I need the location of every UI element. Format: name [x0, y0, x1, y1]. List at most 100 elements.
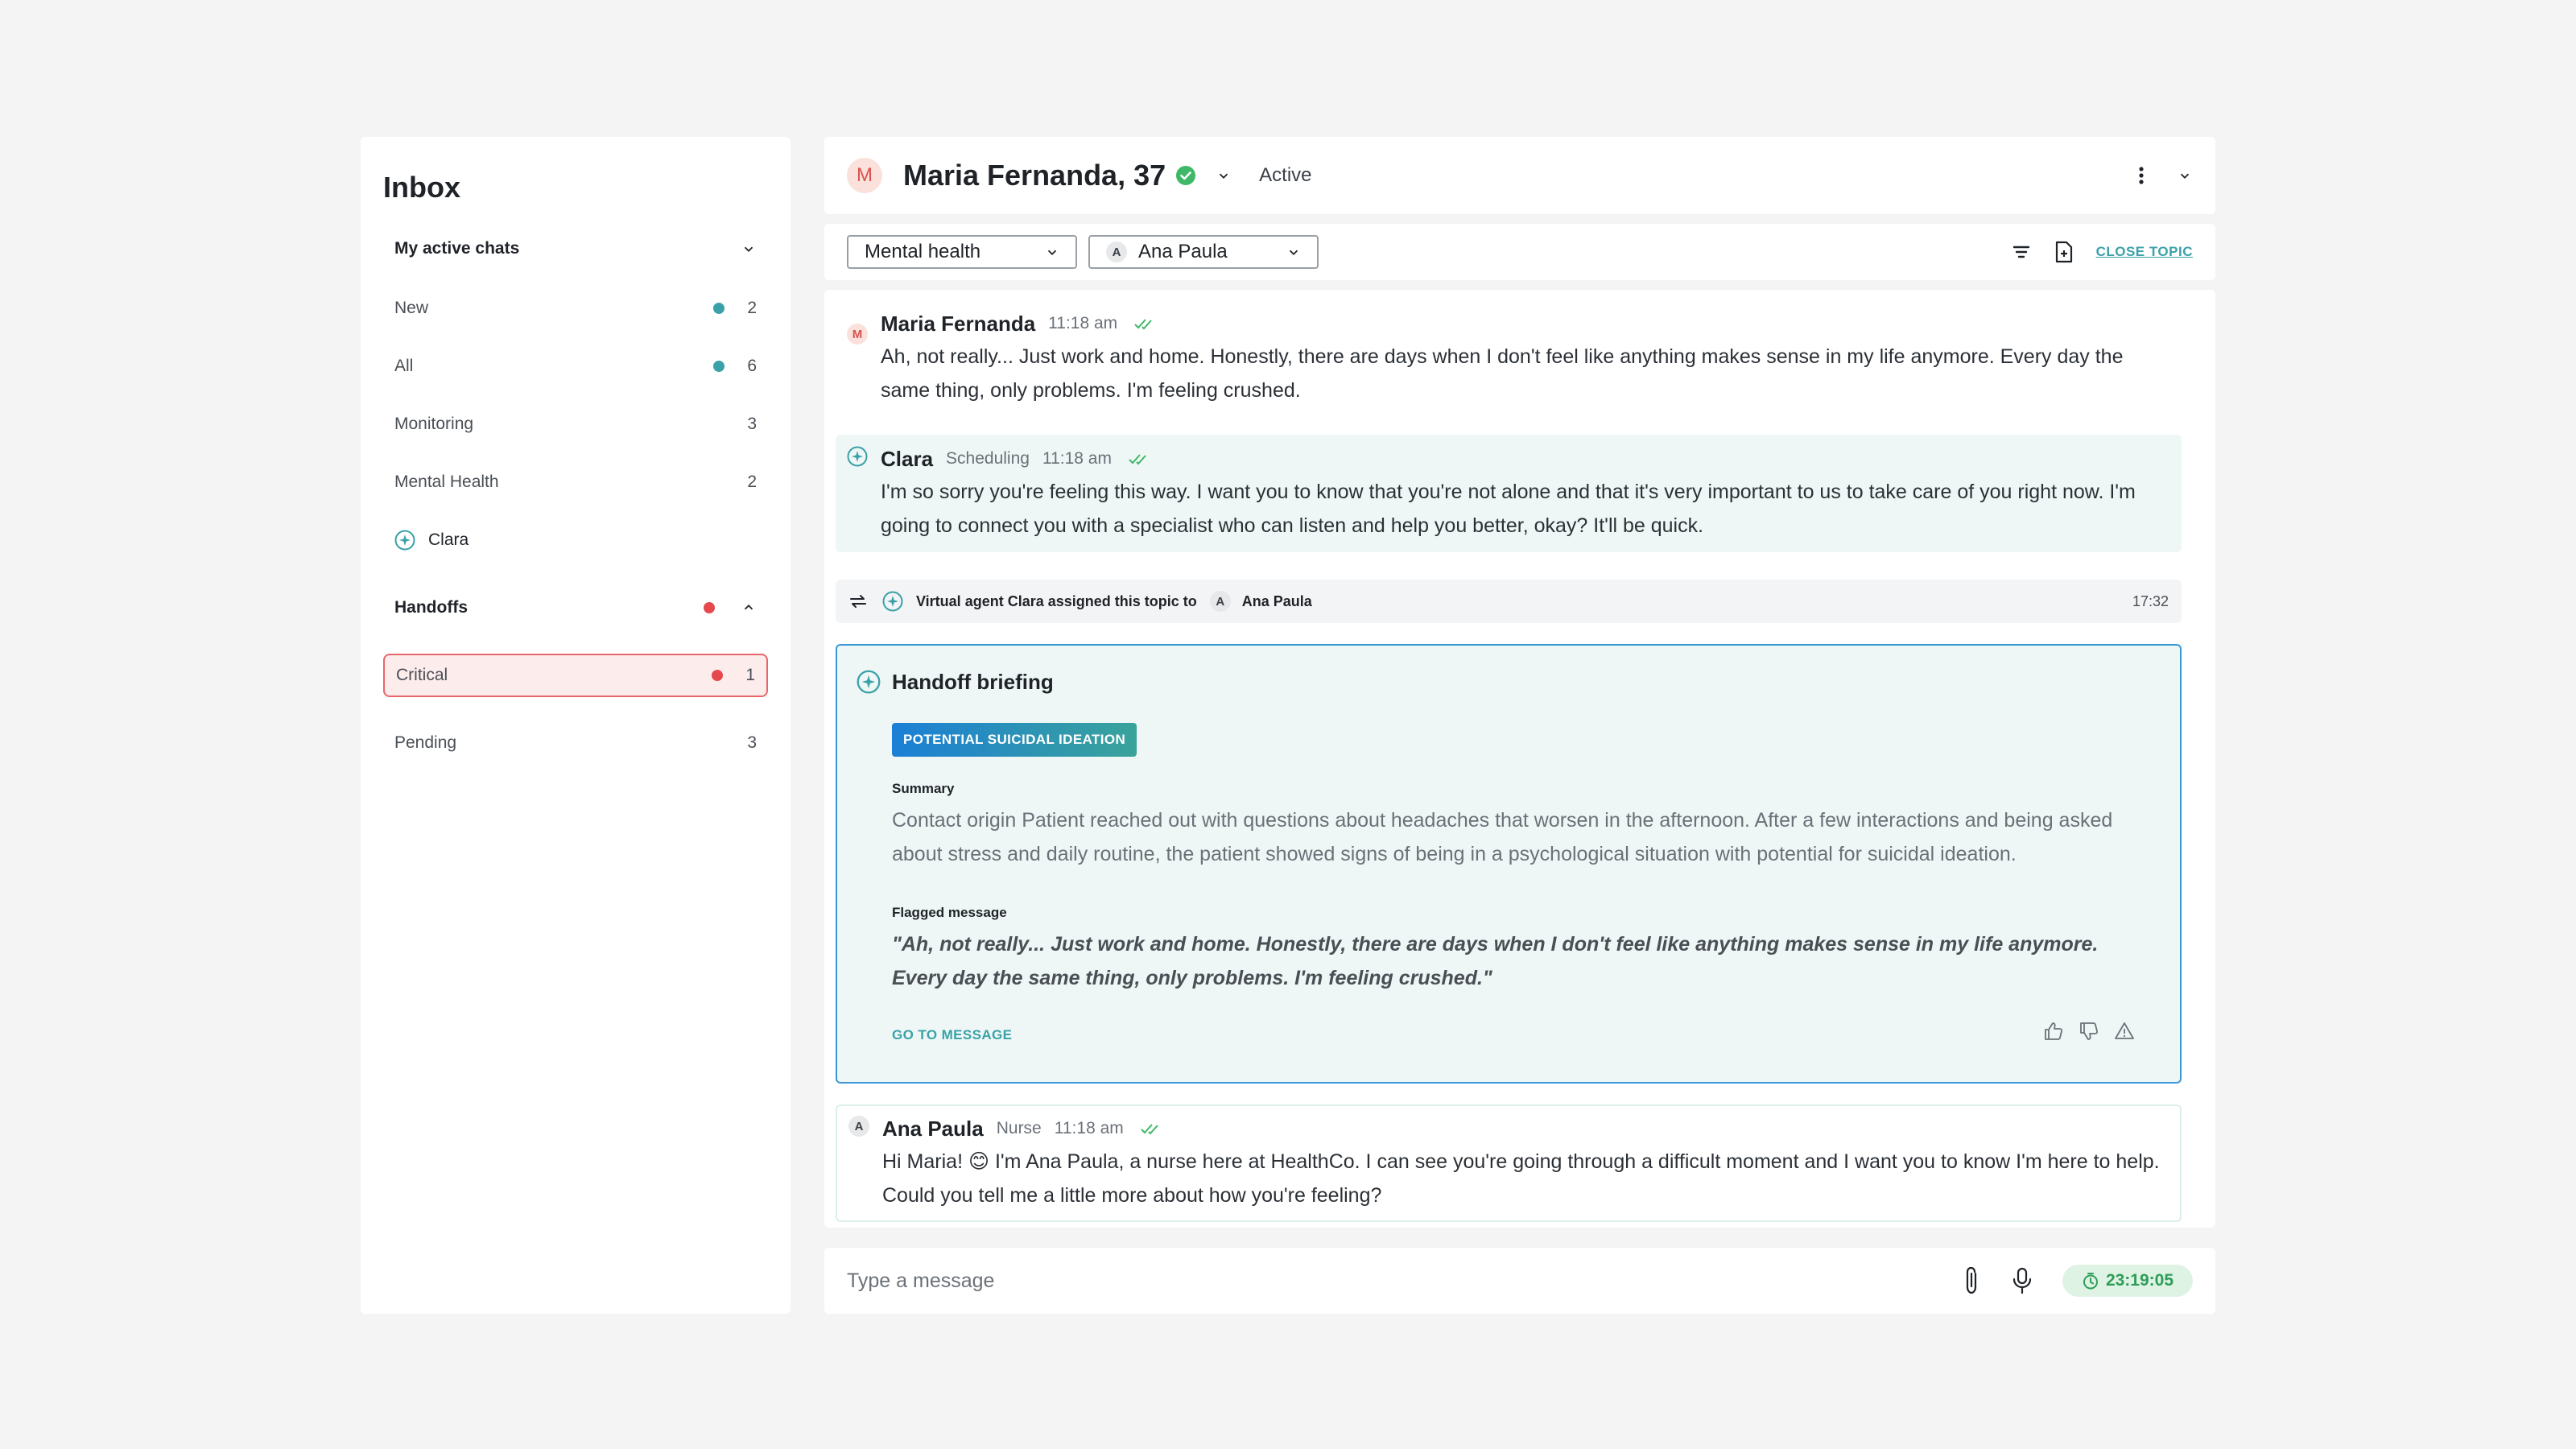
summary-text: Contact origin Patient reached out with … — [892, 809, 2113, 865]
avatar: A — [1209, 591, 1231, 612]
microphone-icon[interactable] — [2011, 1266, 2033, 1295]
close-topic-link[interactable]: CLOSE TOPIC — [2096, 244, 2193, 260]
topic-select-value: Mental health — [865, 241, 981, 262]
flagged-message: "Ah, not really... Just work and home. H… — [892, 933, 2099, 989]
transfer-icon — [850, 595, 866, 608]
assignment-event: Virtual agent Clara assigned this topic … — [836, 580, 2182, 623]
summary-label: Summary — [892, 781, 955, 796]
sidebar-item-label: New — [394, 299, 429, 317]
composer-tools: 23:19:05 — [1961, 1265, 2193, 1297]
risk-tag: POTENTIAL SUICIDAL IDEATION — [892, 723, 1137, 757]
message-meta: Clara Scheduling 11:18 am — [881, 446, 2162, 472]
alert-dot — [704, 602, 715, 613]
message-input[interactable]: Type a message — [847, 1269, 1961, 1293]
paperclip-icon[interactable] — [1961, 1265, 1982, 1296]
message-composer[interactable]: Type a message 23:19:05 — [824, 1248, 2215, 1314]
virtual-agent-icon — [882, 591, 903, 612]
briefing-title: Handoff briefing — [892, 670, 1054, 694]
virtual-agent-icon — [394, 530, 415, 551]
double-check-icon — [1141, 1124, 1158, 1135]
message-time: 11:18 am — [1054, 1119, 1124, 1137]
chevron-up-icon[interactable] — [741, 600, 757, 616]
inbox-title: Inbox — [383, 171, 460, 204]
sidebar-item-new[interactable]: New 2 — [383, 287, 768, 330]
chat-header: M Maria Fernanda, 37 Active — [824, 137, 2215, 214]
virtual-agent-icon — [857, 670, 881, 694]
section-label: Handoffs — [394, 598, 468, 617]
alert-dot — [712, 670, 723, 681]
event-text: Virtual agent Clara assigned this topic … — [916, 592, 1197, 609]
section-label: My active chats — [394, 239, 520, 258]
conversation: M Maria Fernanda 11:18 am Ah, not really… — [824, 290, 2215, 1228]
chat-panel: M Maria Fernanda, 37 Active Mental healt… — [824, 137, 2215, 1314]
message-time: 11:18 am — [1042, 449, 1112, 468]
agent-select-value: Ana Paula — [1138, 241, 1228, 262]
my-active-chats-header[interactable]: My active chats — [383, 229, 768, 269]
chevron-down-icon[interactable] — [741, 241, 757, 257]
topic-toolbar: Mental health A Ana Paula CLOSE TOPIC — [824, 224, 2215, 280]
more-vertical-icon[interactable] — [2138, 165, 2145, 186]
message-maria: M Maria Fernanda 11:18 am Ah, not really… — [836, 311, 2182, 422]
agent-select[interactable]: A Ana Paula — [1088, 235, 1319, 269]
flagged-label: Flagged message — [892, 905, 1007, 920]
message-text: Ah, not really... Just work and home. Ho… — [881, 345, 2124, 402]
patient-name: Maria Fernanda, 37 — [903, 159, 1166, 192]
handoff-briefing: Handoff briefing POTENTIAL SUICIDAL IDEA… — [836, 644, 2182, 1084]
sidebar-item-all[interactable]: All 6 — [383, 345, 768, 388]
sidebar-item-label: Pending — [394, 733, 457, 752]
feedback-actions — [2043, 1021, 2135, 1042]
sidebar-item-clara[interactable]: Clara — [383, 518, 768, 562]
sidebar-item-count: 2 — [747, 299, 757, 317]
app: Inbox My active chats New 2 All 6 Monito… — [361, 137, 2215, 1314]
sidebar-item-label: Monitoring — [394, 415, 474, 433]
document-icon[interactable] — [2054, 241, 2074, 263]
sidebar-item-pending[interactable]: Pending 3 — [383, 721, 768, 765]
verified-icon — [1176, 166, 1196, 185]
sidebar-item-count: 1 — [745, 666, 755, 684]
event-time: 17:32 — [2132, 592, 2169, 609]
double-check-icon — [1129, 454, 1146, 465]
avatar: A — [848, 1116, 869, 1137]
thumbs-down-icon[interactable] — [2079, 1021, 2099, 1042]
sidebar-item-label: Critical — [396, 666, 448, 684]
chevron-down-icon — [1047, 250, 1057, 255]
message-text: Hi Maria! 😊 I'm Ana Paula, a nurse here … — [882, 1150, 2160, 1207]
avatar: A — [1106, 242, 1127, 262]
message-meta: Ana Paula Nurse 11:18 am — [882, 1116, 2161, 1141]
status-text: Active — [1259, 164, 1312, 186]
handoffs-header[interactable]: Handoffs — [383, 588, 768, 628]
sidebar-item-critical[interactable]: Critical 1 — [383, 654, 768, 697]
sidebar-item-monitoring[interactable]: Monitoring 3 — [383, 402, 768, 446]
warning-icon[interactable] — [2114, 1021, 2135, 1042]
message-author: Maria Fernanda — [881, 311, 1036, 336]
double-check-icon — [1134, 319, 1152, 330]
chevron-down-icon[interactable] — [1216, 167, 1232, 184]
message-meta: Maria Fernanda 11:18 am — [881, 311, 2162, 336]
event-agent: Ana Paula — [1241, 592, 1312, 609]
toolbar-actions: CLOSE TOPIC — [2011, 241, 2193, 263]
sidebar-item-label: All — [394, 357, 414, 375]
virtual-agent-icon — [847, 446, 868, 467]
sidebar-item-count: 6 — [747, 357, 757, 375]
sidebar-item-mental-health[interactable]: Mental Health 2 — [383, 460, 768, 504]
message-role: Scheduling — [946, 449, 1030, 468]
sidebar-item-count: 3 — [747, 415, 757, 433]
filter-icon[interactable] — [2011, 242, 2032, 262]
sidebar-item-count: 2 — [747, 473, 757, 491]
chevron-down-icon[interactable] — [2177, 167, 2193, 184]
message-ana-paula: A Ana Paula Nurse 11:18 am Hi Maria! 😊 I… — [836, 1104, 2182, 1222]
stopwatch-icon — [2083, 1273, 2098, 1290]
go-to-message-link[interactable]: GO TO MESSAGE — [892, 1027, 1012, 1043]
message-clara: Clara Scheduling 11:18 am I'm so sorry y… — [836, 435, 2182, 552]
topic-select[interactable]: Mental health — [847, 235, 1077, 269]
header-actions — [2138, 165, 2193, 186]
sidebar: Inbox My active chats New 2 All 6 Monito… — [361, 137, 791, 1314]
avatar: M — [847, 324, 868, 345]
message-time: 11:18 am — [1048, 314, 1118, 332]
message-role: Nurse — [996, 1119, 1042, 1137]
thumbs-up-icon[interactable] — [2043, 1021, 2064, 1042]
avatar: M — [847, 158, 882, 193]
session-timer: 23:19:05 — [2062, 1265, 2193, 1297]
message-author: Ana Paula — [882, 1116, 984, 1141]
sidebar-item-label: Mental Health — [394, 473, 499, 491]
